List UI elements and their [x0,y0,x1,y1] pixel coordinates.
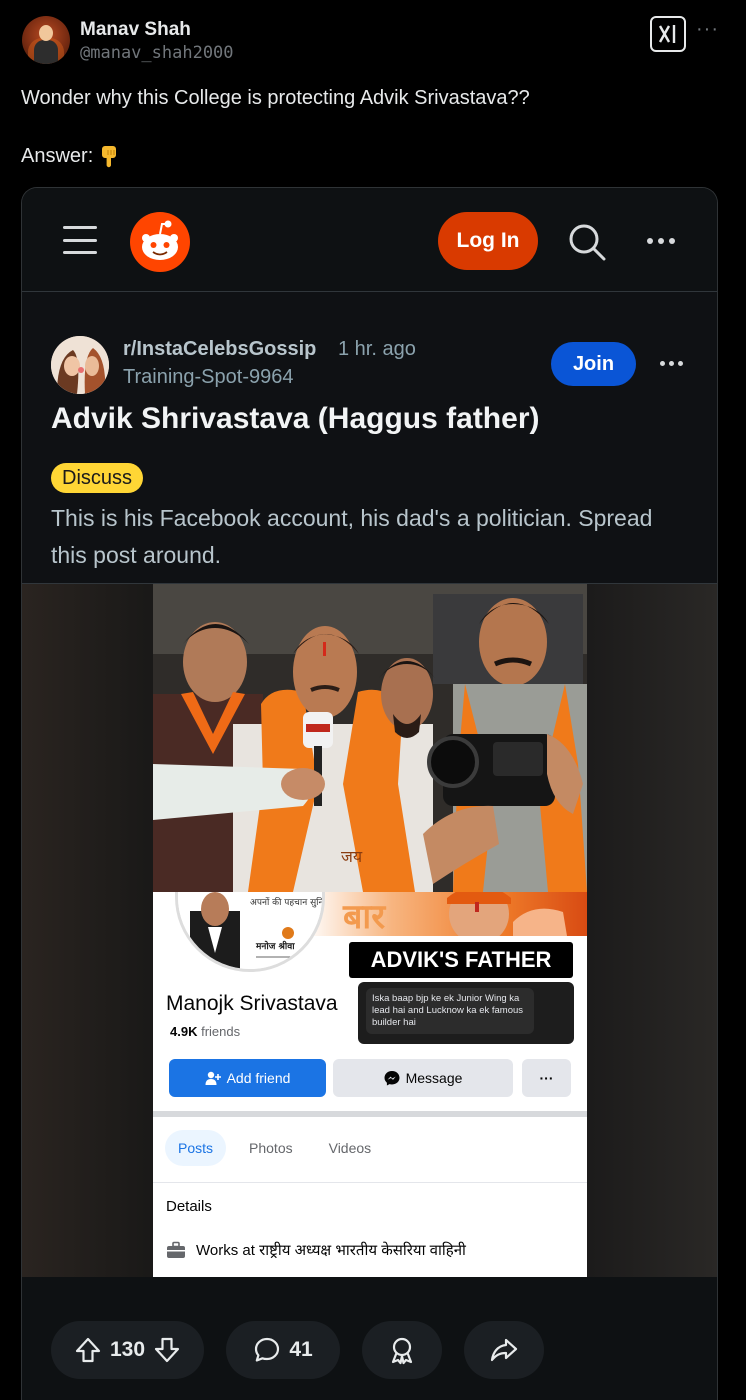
answer-label: Answer: [21,145,94,167]
fb-profile-picture: अपनों की पहचान सुनिश्चित होती है... मनोज… [175,892,325,972]
login-button[interactable]: Log In [438,212,538,270]
embedded-screenshot[interactable]: Log In r/InstaCelebsGossip 1 hr. ago Tra… [21,187,718,1400]
join-button[interactable]: Join [551,342,636,386]
upvote-count: 130 [109,1338,146,1361]
upvote-icon[interactable] [74,1336,102,1364]
news-photo: जय [153,584,587,892]
downvote-icon[interactable] [153,1336,181,1364]
fb-profile-name: Manojk Srivastava [166,992,338,1015]
fb-tab-videos: Videos [328,1140,372,1156]
share-button[interactable] [464,1321,544,1379]
fb-tab-photos: Photos [249,1140,293,1156]
advik-father-label: ADVIK'S FATHER [349,942,573,978]
add-person-icon [205,1071,221,1085]
works-at-text: Works at राष्ट्रीय अध्यक्ष भारतीय केसरिय… [196,1242,466,1259]
menu-icon[interactable] [63,226,97,254]
fb-friends-count: 4.9K friends [170,1024,240,1039]
facebook-profile-screenshot: बार अपनों की पहचान सुनिश्चित होती है... … [153,892,587,1277]
comment-count: 41 [289,1338,313,1361]
tweet-answer: Answer: [21,144,121,168]
pointing-down-icon [99,144,121,168]
post-options-icon[interactable] [656,348,686,378]
fb-more-button: ··· [522,1059,571,1097]
fb-divider-2 [153,1182,587,1183]
grok-icon[interactable] [650,16,686,52]
author-handle[interactable]: @manav_shah2000 [80,43,234,63]
post-body: This is his Facebook account, his dad's … [51,505,653,568]
add-friend-label: Add friend [226,1070,291,1086]
more-icon[interactable]: ··· [696,18,719,41]
search-icon[interactable] [567,222,607,262]
scarf-text: जय [341,847,363,866]
post-actions: 130 41 [22,1277,717,1400]
overlay-note-text: Iska baap bjp ke ek Junior Wing ka lead … [366,988,534,1034]
post-title[interactable]: Advik Shrivastava (Haggus father) [51,402,539,436]
message-button: Message [333,1059,513,1097]
banner-text: बार [342,897,386,936]
messenger-icon [384,1071,400,1086]
share-icon [490,1338,518,1362]
post-media[interactable]: जय बार अपनों की पहचान सुनि मनोज श्रीवा A… [22,583,717,1277]
overflow-menu-icon[interactable] [644,224,678,258]
post-time: 1 hr. ago [338,338,416,360]
post-flair[interactable]: Discuss [51,463,144,493]
overlay-note: Iska baap bjp ke ek Junior Wing ka lead … [358,982,574,1044]
fb-works-at: Works at राष्ट्रीय अध्यक्ष भारतीय केसरिय… [166,1240,466,1260]
author-avatar[interactable] [22,16,70,64]
comments-button[interactable]: 41 [226,1321,340,1379]
tweet-text: Wonder why this College is protecting Ad… [21,87,530,109]
award-button[interactable] [362,1321,442,1379]
fb-details-heading: Details [166,1198,212,1215]
comment-icon [255,1337,280,1362]
fb-tab-posts: Posts [165,1130,227,1166]
author-name[interactable]: Manav Shah [80,19,191,41]
award-icon [391,1337,413,1365]
friends-label: friends [201,1024,241,1039]
post-author[interactable]: Training-Spot-9964 [123,366,293,389]
vote-bar: 130 [51,1321,204,1379]
message-label: Message [405,1070,463,1086]
reddit-topbar: Log In [22,188,717,292]
pic-caption-name: मनोज श्रीवा [255,940,295,952]
fb-divider [153,1111,587,1117]
subreddit-name[interactable]: r/InstaCelebsGossip [123,338,316,361]
tweet-header: Manav Shah @manav_shah2000 ··· [20,14,726,68]
add-friend-button: Add friend [169,1059,326,1097]
reddit-logo-icon[interactable] [130,212,190,272]
fb-tabs: Posts Photos Videos [165,1130,384,1166]
pic-caption-top: अपनों की पहचान सुनिश्चित होती है... [250,896,325,908]
briefcase-icon [167,1241,185,1258]
friends-number: 4.9K [170,1024,198,1039]
subreddit-avatar[interactable] [51,336,109,394]
